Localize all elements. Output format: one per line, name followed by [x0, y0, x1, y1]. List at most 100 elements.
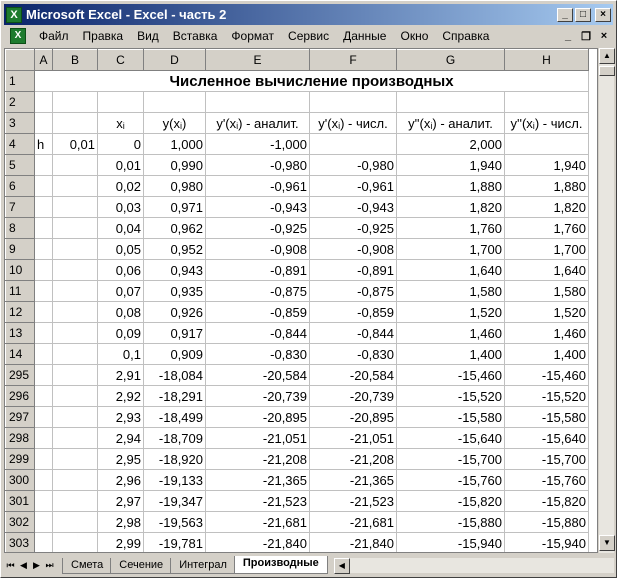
cell-a[interactable] — [34, 385, 53, 407]
cell-g[interactable]: -15,760 — [396, 469, 505, 491]
row-header[interactable]: 11 — [5, 280, 35, 302]
cell-a[interactable] — [34, 322, 53, 344]
scroll-up-button[interactable]: ▲ — [599, 48, 615, 64]
cell-f[interactable]: -21,365 — [309, 469, 397, 491]
cell-b[interactable] — [52, 364, 98, 386]
cell-b[interactable] — [52, 301, 98, 323]
row-header[interactable]: 300 — [5, 469, 35, 491]
header-cell-d2y-analytic[interactable]: y''(xᵢ) - аналит. — [396, 112, 505, 134]
cell-f[interactable]: -0,943 — [309, 196, 397, 218]
cell-d[interactable]: -18,709 — [143, 427, 206, 449]
cell-d[interactable]: -19,563 — [143, 511, 206, 533]
sheet-tab[interactable]: Сечение — [110, 558, 173, 574]
cell-g[interactable]: 1,700 — [396, 238, 505, 260]
row-header[interactable]: 298 — [5, 427, 35, 449]
cell-a[interactable] — [34, 280, 53, 302]
cell-a[interactable] — [34, 427, 53, 449]
cell-b[interactable] — [52, 217, 98, 239]
row-header[interactable]: 7 — [5, 196, 35, 218]
cell-a[interactable] — [34, 469, 53, 491]
cell-h[interactable]: 1,460 — [504, 322, 589, 344]
cell-b[interactable] — [52, 238, 98, 260]
cell-h[interactable] — [504, 133, 589, 155]
cell-c[interactable]: 2,92 — [97, 385, 144, 407]
cell-e[interactable]: -21,523 — [205, 490, 310, 512]
cell-e[interactable]: -20,584 — [205, 364, 310, 386]
cell-e[interactable]: -0,908 — [205, 238, 310, 260]
header-cell-d2y-numeric[interactable]: y''(xᵢ) - числ. — [504, 112, 589, 134]
cell-f[interactable]: -0,830 — [309, 343, 397, 365]
row-header[interactable]: 6 — [5, 175, 35, 197]
row-header[interactable]: 299 — [5, 448, 35, 470]
cell-f[interactable]: -20,584 — [309, 364, 397, 386]
cell[interactable] — [97, 91, 144, 113]
cell-d[interactable]: -19,133 — [143, 469, 206, 491]
cell[interactable] — [52, 91, 98, 113]
cell-h[interactable]: -15,820 — [504, 490, 589, 512]
select-all-corner[interactable] — [5, 49, 35, 71]
excel-icon[interactable]: X — [6, 6, 22, 23]
cell-d[interactable]: 0,952 — [143, 238, 206, 260]
cell-h[interactable]: -15,460 — [504, 364, 589, 386]
cell-h[interactable]: 1,700 — [504, 238, 589, 260]
menu-help[interactable]: Справка — [435, 27, 496, 45]
cell-e[interactable]: -20,739 — [205, 385, 310, 407]
cell-c[interactable]: 0,04 — [97, 217, 144, 239]
cell-b[interactable] — [52, 406, 98, 428]
first-sheet-button[interactable]: ⏮ — [4, 558, 17, 572]
horizontal-scrollbar[interactable]: ◀ — [333, 557, 614, 574]
cell-e[interactable]: -0,830 — [205, 343, 310, 365]
cell-c[interactable]: 0,1 — [97, 343, 144, 365]
cell-d[interactable]: 0,917 — [143, 322, 206, 344]
cell-g[interactable]: -15,520 — [396, 385, 505, 407]
cell-h[interactable]: -15,640 — [504, 427, 589, 449]
cell-g[interactable]: 1,880 — [396, 175, 505, 197]
cell-a[interactable] — [34, 196, 53, 218]
column-header[interactable]: E — [205, 49, 310, 71]
row-header[interactable]: 14 — [5, 343, 35, 365]
row-header[interactable]: 2 — [5, 91, 35, 113]
row-header[interactable]: 12 — [5, 301, 35, 323]
cell-f[interactable]: -0,844 — [309, 322, 397, 344]
cell-a[interactable] — [34, 217, 53, 239]
cell-g[interactable]: 1,640 — [396, 259, 505, 281]
menu-edit[interactable]: Правка — [76, 27, 131, 45]
row-header[interactable]: 296 — [5, 385, 35, 407]
sheet-tab-active[interactable]: Производные — [233, 556, 328, 574]
cell-e[interactable]: -0,980 — [205, 154, 310, 176]
cell-b[interactable] — [52, 280, 98, 302]
cell-g[interactable]: 1,520 — [396, 301, 505, 323]
cell-b[interactable] — [52, 259, 98, 281]
column-header[interactable]: G — [396, 49, 505, 71]
cell-b[interactable] — [52, 490, 98, 512]
cell[interactable] — [396, 91, 505, 113]
row-header[interactable]: 302 — [5, 511, 35, 533]
cell-b[interactable]: 0,01 — [52, 133, 98, 155]
column-header[interactable]: F — [309, 49, 397, 71]
cell-h[interactable]: 1,640 — [504, 259, 589, 281]
cell-f[interactable]: -0,891 — [309, 259, 397, 281]
cell-c[interactable]: 0,08 — [97, 301, 144, 323]
cell-f[interactable]: -21,840 — [309, 532, 397, 552]
cell-d[interactable]: 0,943 — [143, 259, 206, 281]
cell-g[interactable]: -15,640 — [396, 427, 505, 449]
cell-b[interactable] — [52, 175, 98, 197]
cell-g[interactable]: 1,400 — [396, 343, 505, 365]
prev-sheet-button[interactable]: ◀ — [17, 558, 30, 572]
cell-a[interactable] — [34, 238, 53, 260]
row-header[interactable]: 295 — [5, 364, 35, 386]
cell-h[interactable]: 1,880 — [504, 175, 589, 197]
cell-d[interactable]: -18,291 — [143, 385, 206, 407]
cell-g[interactable]: 2,000 — [396, 133, 505, 155]
cell-h[interactable]: 1,520 — [504, 301, 589, 323]
menu-view[interactable]: Вид — [130, 27, 166, 45]
row-header[interactable]: 297 — [5, 406, 35, 428]
cell-c[interactable]: 2,93 — [97, 406, 144, 428]
cell-g[interactable]: 1,760 — [396, 217, 505, 239]
cell-c[interactable]: 2,98 — [97, 511, 144, 533]
sheet-tab[interactable]: Интеграл — [170, 558, 236, 574]
cell-h[interactable]: -15,700 — [504, 448, 589, 470]
row-header[interactable]: 301 — [5, 490, 35, 512]
cell-b[interactable] — [52, 469, 98, 491]
cell[interactable] — [504, 91, 589, 113]
